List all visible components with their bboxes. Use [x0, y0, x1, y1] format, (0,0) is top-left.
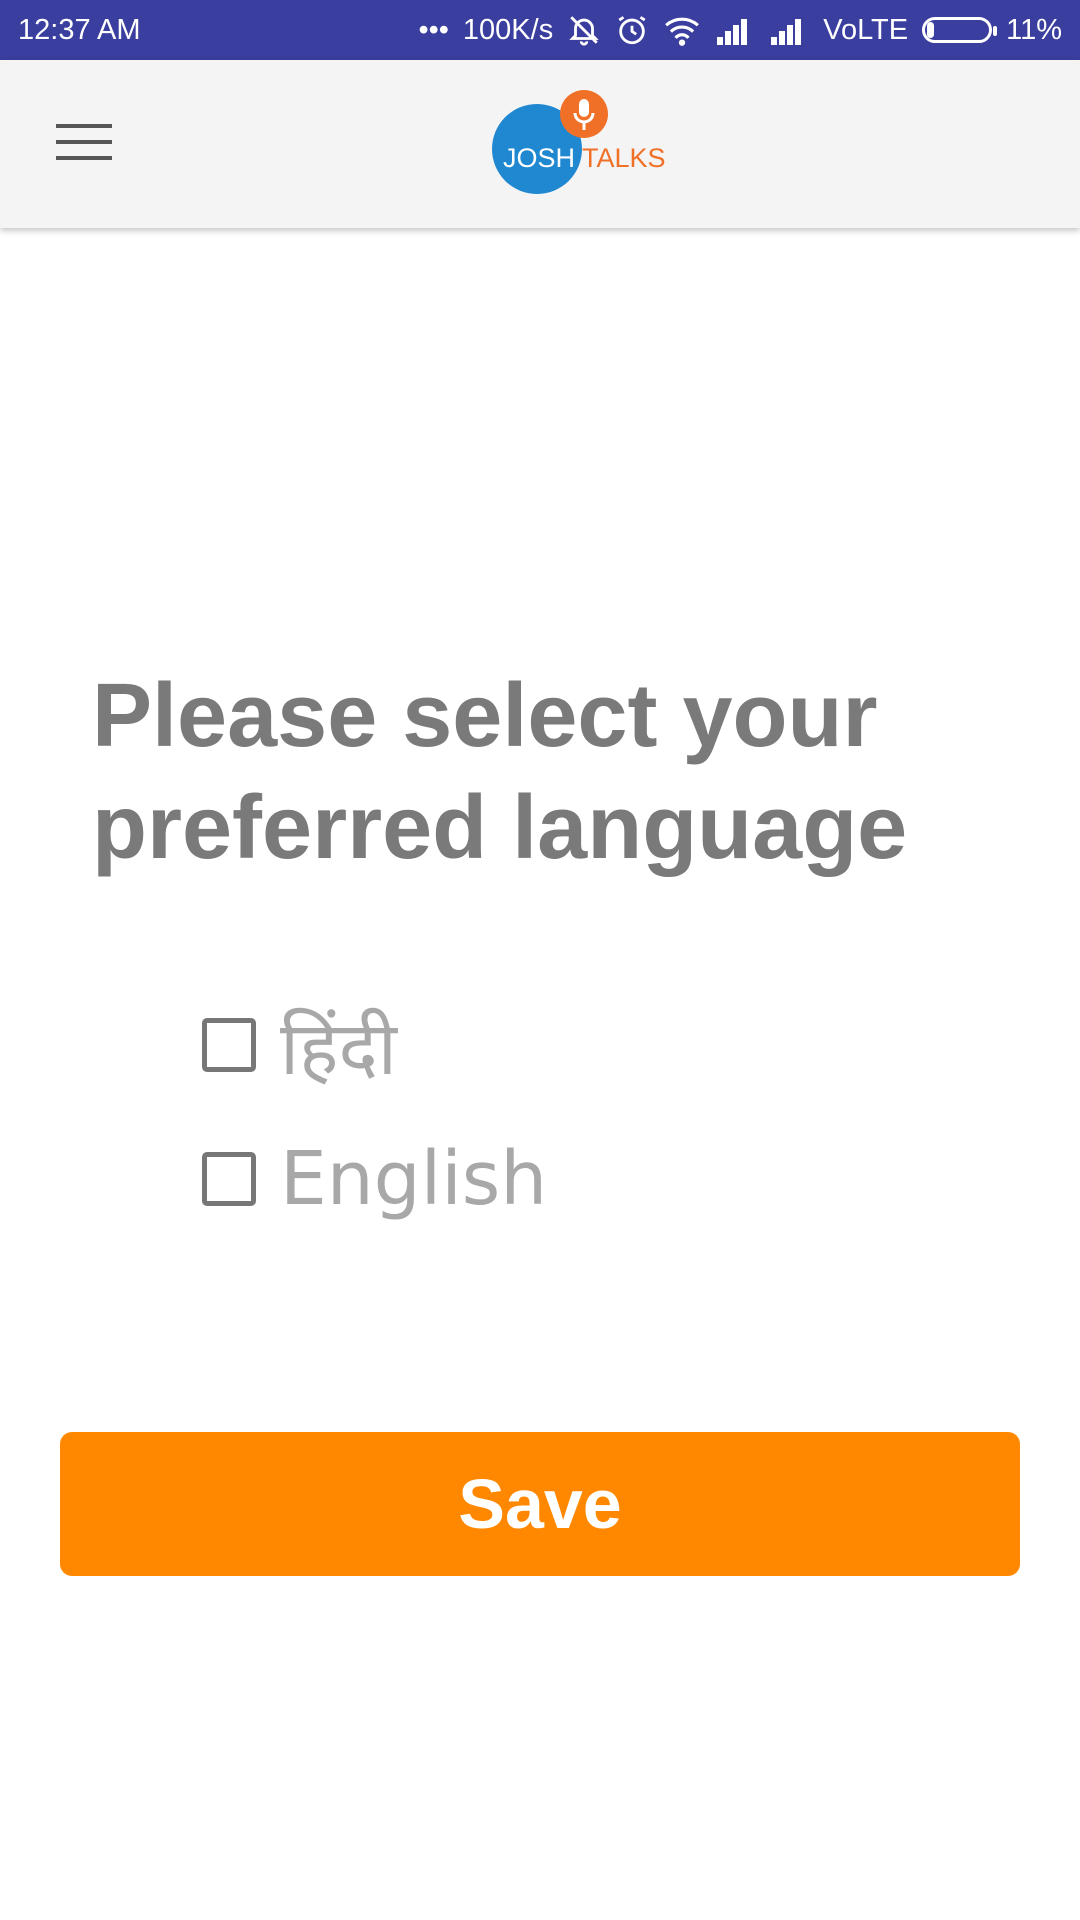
- status-icons: ••• 100K/s VoLTE 11%: [418, 13, 1062, 47]
- network-speed: 100K/s: [462, 13, 554, 46]
- language-option-hindi[interactable]: हिंदी: [202, 995, 902, 1095]
- wifi-icon: [663, 13, 701, 47]
- menu-button[interactable]: [40, 112, 126, 172]
- hindi-label: हिंदी: [280, 1005, 397, 1092]
- signal-icon: [715, 15, 755, 45]
- language-options: हिंदी English: [202, 995, 902, 1263]
- save-button[interactable]: Save: [60, 1432, 1020, 1576]
- page-title: Please select your preferred language: [92, 666, 908, 878]
- english-checkbox[interactable]: [202, 1152, 256, 1206]
- microphone-icon: [560, 90, 608, 138]
- status-time: 12:37 AM: [18, 13, 141, 46]
- alarm-icon: [615, 13, 649, 47]
- hindi-checkbox[interactable]: [202, 1018, 256, 1072]
- battery-level-fill: [927, 22, 934, 38]
- carrier-label: VoLTE: [823, 13, 909, 46]
- signal-icon: [769, 15, 809, 45]
- app-bar: JOSH TALKS: [0, 60, 1080, 228]
- status-bar: 12:37 AM ••• 100K/s VoLTE 11%: [0, 0, 1080, 60]
- hamburger-icon: [56, 124, 112, 128]
- language-option-english[interactable]: English: [202, 1129, 902, 1229]
- logo-josh-text: JOSH: [503, 143, 576, 173]
- english-label: English: [280, 1136, 548, 1222]
- logo-talks-text: TALKS: [582, 143, 666, 173]
- josh-talks-logo: JOSH TALKS: [490, 90, 670, 200]
- battery-percent: 11%: [1006, 13, 1062, 46]
- more-notifications-indicator: •••: [418, 13, 449, 46]
- mute-vibrate-icon: [567, 13, 601, 47]
- battery-icon: [922, 17, 998, 43]
